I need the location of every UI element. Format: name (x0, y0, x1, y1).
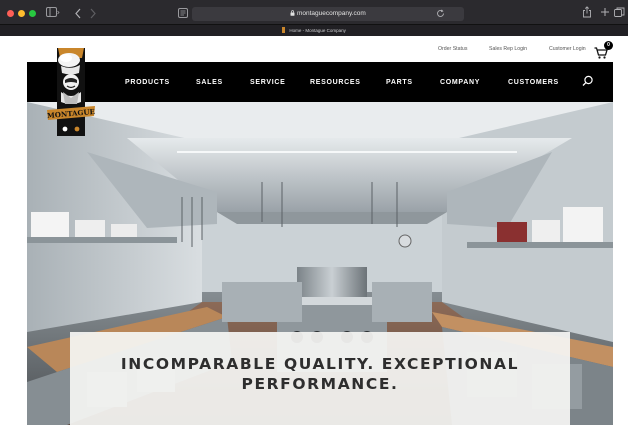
hero-headline-panel: INCOMPARABLE QUALITY. EXCEPTIONAL PERFOR… (70, 332, 570, 425)
montague-logo[interactable]: MONTAGUE (47, 46, 95, 138)
lock-icon (290, 9, 297, 17)
search-icon[interactable] (582, 74, 596, 88)
main-nav: PRODUCTS SALES SERVICE RESOURCES PARTS C… (27, 62, 613, 102)
address-bar[interactable]: montaguecompany.com (192, 7, 464, 21)
close-window-button[interactable] (7, 10, 14, 17)
nav-item-sales[interactable]: SALES (196, 62, 223, 102)
sales-rep-login-link[interactable]: Sales Rep Login (489, 46, 527, 52)
reload-icon[interactable] (436, 9, 445, 21)
plus-icon[interactable] (600, 7, 610, 20)
hero-headline-line1: INCOMPARABLE QUALITY. EXCEPTIONAL (120, 355, 520, 373)
zoom-window-button[interactable] (29, 10, 36, 17)
chevron-left-icon[interactable] (74, 8, 82, 22)
hero-headline: INCOMPARABLE QUALITY. EXCEPTIONAL PERFOR… (70, 354, 570, 394)
reader-icon[interactable] (178, 8, 188, 21)
nav-item-customers[interactable]: CUSTOMERS (508, 62, 559, 102)
chevron-right-icon[interactable] (89, 8, 97, 22)
tab-favicon (282, 27, 286, 33)
share-icon[interactable] (582, 6, 592, 21)
cart-button[interactable]: 0 (594, 41, 614, 59)
customer-login-link[interactable]: Customer Login (549, 46, 586, 52)
minimize-window-button[interactable] (18, 10, 25, 17)
browser-toolbar: montaguecompany.com Home - Montague Comp… (0, 0, 628, 36)
tab-bar: Home - Montague Company (0, 24, 628, 36)
tabs-icon[interactable] (614, 7, 625, 21)
nav-item-service[interactable]: SERVICE (250, 62, 286, 102)
web-page: Order Status Sales Rep Login Customer Lo… (6, 36, 622, 425)
hero-banner: INCOMPARABLE QUALITY. EXCEPTIONAL PERFOR… (27, 102, 613, 425)
nav-item-products[interactable]: PRODUCTS (125, 62, 170, 102)
sidebar-icon[interactable] (46, 7, 60, 21)
nav-item-resources[interactable]: RESOURCES (310, 62, 361, 102)
hero-headline-line2: PERFORMANCE. (241, 375, 399, 393)
order-status-link[interactable]: Order Status (438, 46, 467, 52)
nav-item-company[interactable]: COMPANY (440, 62, 480, 102)
url-text: montaguecompany.com (296, 10, 366, 17)
tab-title: Home - Montague Company (289, 28, 346, 33)
cart-count-badge: 0 (604, 41, 613, 50)
address-text: montaguecompany.com (192, 7, 464, 21)
nav-item-parts[interactable]: PARTS (386, 62, 413, 102)
